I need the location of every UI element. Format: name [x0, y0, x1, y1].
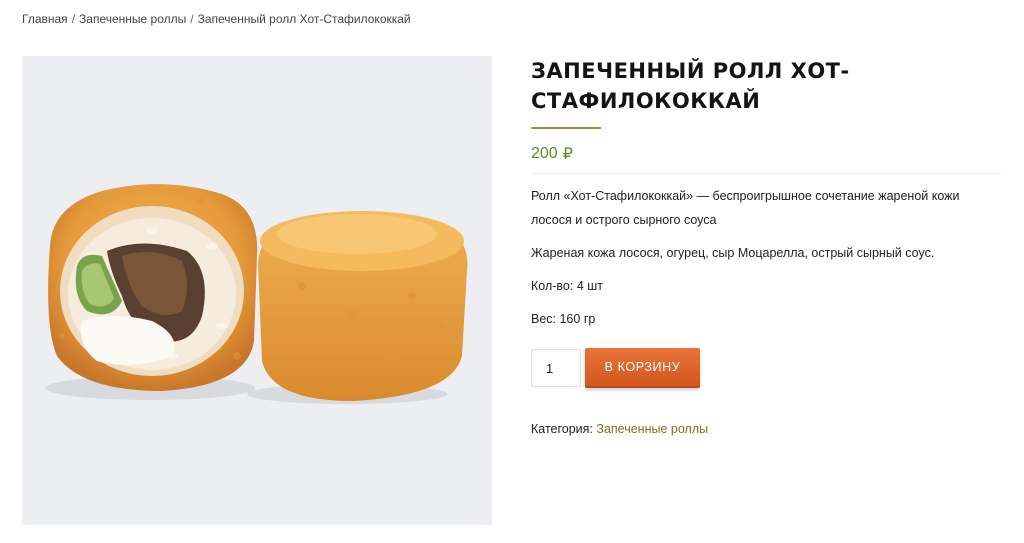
category-link[interactable]: Запеченные роллы [596, 422, 708, 436]
add-to-cart-form: В корзину [531, 348, 700, 388]
currency-symbol: ₽ [562, 146, 573, 163]
title-underline [531, 127, 601, 129]
product-price: 200 ₽ [531, 143, 1001, 165]
product-description: Ролл «Хот-Стафилококкай» — беспроигрышно… [531, 189, 960, 227]
quantity-input[interactable] [531, 349, 581, 387]
breadcrumb-separator: / [71, 12, 76, 26]
product-title: Запеченный ролл Хот-Стафилококкай [531, 59, 850, 113]
breadcrumb-category-link[interactable]: Запеченные роллы [79, 12, 186, 26]
divider [531, 173, 1001, 174]
breadcrumb-current: Запеченный ролл Хот-Стафилококкай [197, 12, 411, 26]
product-weight-info: Вес: 160 гр [531, 312, 596, 326]
price-value: 200 [531, 145, 558, 162]
breadcrumb-home-link[interactable]: Главная [22, 12, 68, 26]
product-ingredients: Жареная кожа лосося, огурец, сыр Моцарел… [531, 246, 935, 260]
category-label: Категория: [531, 422, 593, 436]
product-summary: Запеченный ролл Хот-Стафилококкай 200 ₽ … [531, 56, 1001, 436]
add-to-cart-button[interactable]: В корзину [585, 348, 700, 388]
sushi-roll-photo [45, 184, 468, 404]
product-image[interactable] [22, 56, 492, 525]
product-meta: Категория: Запеченные роллы [531, 422, 708, 436]
breadcrumb-separator: / [190, 12, 194, 26]
product-quantity-info: Кол-во: 4 шт [531, 279, 603, 293]
breadcrumb: Главная / Запеченные роллы / Запеченный ролл… [22, 12, 411, 26]
